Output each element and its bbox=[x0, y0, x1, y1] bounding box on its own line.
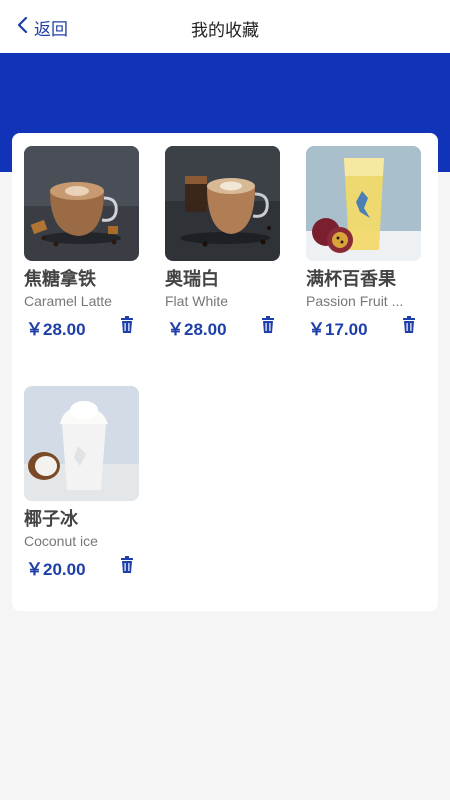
item-price: ￥28.00 bbox=[26, 320, 86, 339]
item-name: 满杯百香果 bbox=[306, 269, 396, 289]
item-english-name: Caramel Latte bbox=[24, 293, 112, 309]
favorite-item[interactable]: 奥瑞白 Flat White ￥28.00 bbox=[165, 146, 283, 346]
item-price: ￥17.00 bbox=[308, 320, 368, 339]
item-name: 焦糖拿铁 bbox=[24, 269, 96, 289]
item-english-name: Flat White bbox=[165, 293, 229, 309]
item-price: ￥20.00 bbox=[26, 560, 86, 579]
trash-icon[interactable] bbox=[120, 556, 134, 574]
caramel-latte-image bbox=[24, 146, 139, 261]
item-name: 椰子冰 bbox=[24, 509, 78, 529]
favorite-item[interactable]: 焦糖拿铁 Caramel Latte ￥28.00 bbox=[24, 146, 142, 346]
favorite-item[interactable]: 满杯百香果 Passion Fruit ... ￥17.00 bbox=[306, 146, 424, 346]
flat-white-image bbox=[165, 146, 280, 261]
item-english-name: Coconut ice bbox=[24, 533, 98, 549]
item-name: 奥瑞白 bbox=[165, 269, 219, 289]
passion-fruit-tea-image bbox=[306, 146, 421, 261]
item-price: ￥28.00 bbox=[167, 320, 227, 339]
coconut-ice-image bbox=[24, 386, 139, 501]
trash-icon[interactable] bbox=[261, 316, 275, 334]
trash-icon[interactable] bbox=[120, 316, 134, 334]
favorite-item[interactable]: 椰子冰 Coconut ice ￥20.00 bbox=[24, 386, 142, 586]
trash-icon[interactable] bbox=[402, 316, 416, 334]
favorites-card: 焦糖拿铁 Caramel Latte ￥28.00 奥瑞白 Flat White… bbox=[12, 133, 438, 611]
page-title: 我的收藏 bbox=[191, 21, 259, 40]
item-english-name: Passion Fruit ... bbox=[306, 293, 404, 309]
top-bar: 返回 我的收藏 bbox=[0, 0, 450, 53]
